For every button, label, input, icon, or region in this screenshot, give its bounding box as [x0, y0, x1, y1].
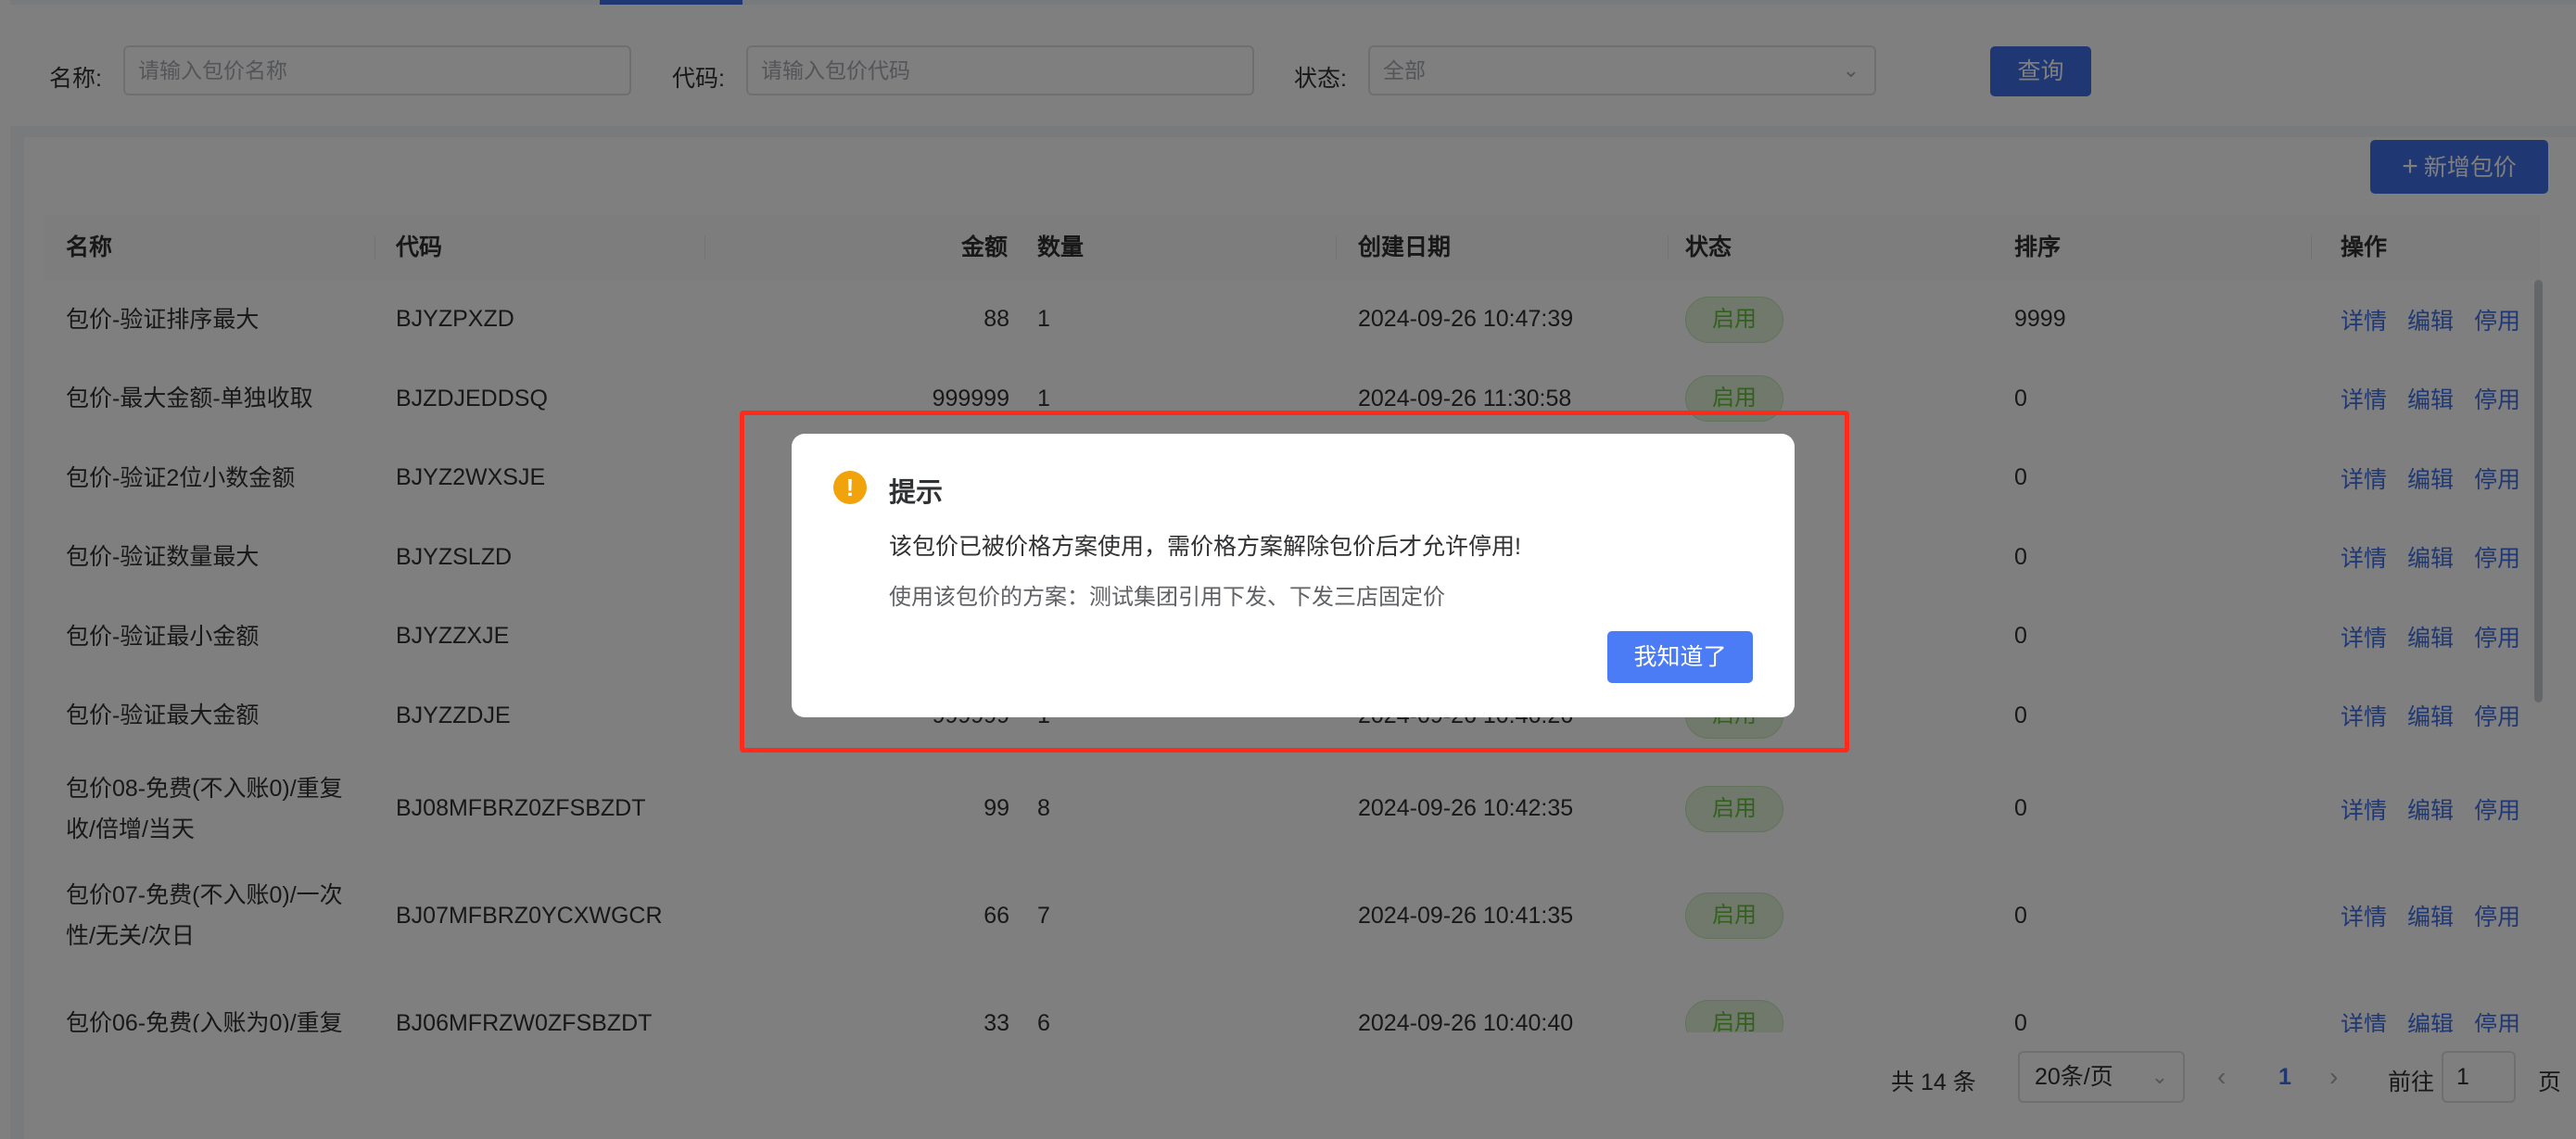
highlight-box [740, 411, 1849, 753]
